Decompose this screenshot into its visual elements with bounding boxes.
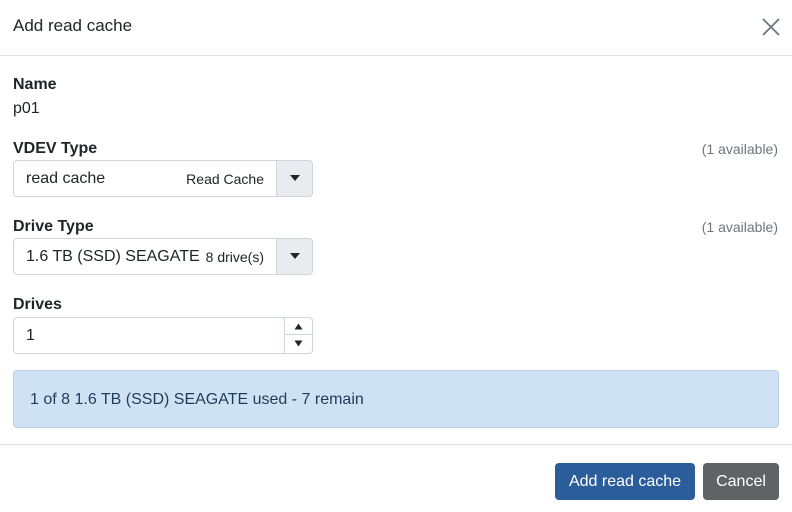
drives-label: Drives xyxy=(13,296,62,313)
cancel-button[interactable]: Cancel xyxy=(703,463,779,500)
vdev-type-label: VDEV Type xyxy=(13,140,98,157)
name-label: Name xyxy=(13,76,57,93)
vdev-type-selected: read cache xyxy=(26,170,106,187)
drives-stepper xyxy=(13,317,313,354)
drive-usage-alert: 1 of 8 1.6 TB (SSD) SEAGATE used - 7 rem… xyxy=(13,370,779,428)
drives-spinner xyxy=(284,318,312,353)
name-value: p01 xyxy=(13,100,40,117)
drive-type-label: Drive Type xyxy=(13,218,94,235)
drive-type-selected: 1.6 TB (SSD) SEAGATE xyxy=(26,248,200,265)
dialog-header: Add read cache xyxy=(0,0,792,56)
caret-down-icon xyxy=(290,253,300,259)
dialog-footer: Add read cache Cancel xyxy=(0,444,792,512)
drive-type-detail: 8 drive(s) xyxy=(205,249,264,265)
vdev-type-available: (1 available) xyxy=(701,141,778,157)
triangle-up-icon xyxy=(294,323,303,330)
add-read-cache-dialog: Add read cache Name p01 VDEV Type (1 ava… xyxy=(0,0,792,512)
drive-type-select[interactable]: 1.6 TB (SSD) SEAGATE 8 drive(s) xyxy=(13,238,313,275)
dialog-title: Add read cache xyxy=(13,16,133,35)
close-icon[interactable] xyxy=(760,16,782,38)
decrement-button[interactable] xyxy=(285,335,312,352)
vdev-type-detail: Read Cache xyxy=(186,171,264,187)
caret-down-icon xyxy=(290,175,300,181)
increment-button[interactable] xyxy=(285,318,312,335)
drive-type-available: (1 available) xyxy=(701,219,778,235)
drive-type-dropdown-toggle[interactable] xyxy=(276,239,312,274)
drive-usage-message: 1 of 8 1.6 TB (SSD) SEAGATE used - 7 rem… xyxy=(30,391,364,408)
drives-input[interactable] xyxy=(14,318,284,353)
vdev-type-dropdown-toggle[interactable] xyxy=(276,161,312,196)
triangle-down-icon xyxy=(294,340,303,347)
add-read-cache-button[interactable]: Add read cache xyxy=(555,463,695,500)
vdev-type-select[interactable]: read cache Read Cache xyxy=(13,160,313,197)
